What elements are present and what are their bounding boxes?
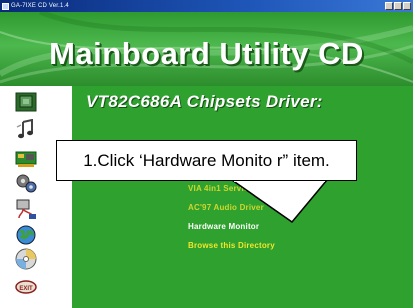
sidebar: EXIT bbox=[0, 86, 72, 308]
music-note-icon[interactable] bbox=[15, 118, 37, 139]
pci-card-icon[interactable] bbox=[15, 148, 37, 168]
instruction-callout: 1.Click ‘Hardware Monito r” item. bbox=[56, 140, 357, 181]
exit-icon-label: EXIT bbox=[19, 286, 33, 292]
section-heading: VT82C686A Chipsets Driver: bbox=[86, 92, 323, 111]
window-title: GA-7IXE CD Ver.1.4 bbox=[11, 3, 69, 9]
exit-icon[interactable]: EXIT bbox=[15, 280, 37, 294]
globe-icon[interactable] bbox=[15, 224, 37, 245]
window-controls bbox=[385, 2, 411, 10]
minimize-button[interactable] bbox=[385, 2, 393, 10]
menu-item-hardware-monitor[interactable]: Hardware Monitor bbox=[188, 222, 259, 231]
menu-item-via-service-pack[interactable]: VIA 4in1 Service Pack Driver bbox=[188, 184, 302, 193]
gears-icon[interactable] bbox=[15, 172, 37, 193]
cd-icon[interactable] bbox=[15, 248, 37, 270]
driver-panel: VT82C686A Chipsets Driver: VIA 4in1 Serv… bbox=[72, 86, 413, 308]
network-cable-icon[interactable] bbox=[15, 198, 37, 219]
menu-item-audio-driver[interactable]: AC'97 Audio Driver bbox=[188, 203, 264, 212]
menu-item-browse-directory[interactable]: Browse this Directory bbox=[188, 241, 275, 250]
title-bar[interactable]: GA-7IXE CD Ver.1.4 bbox=[0, 0, 413, 12]
chipset-icon[interactable] bbox=[15, 92, 37, 112]
close-button[interactable] bbox=[403, 2, 411, 10]
app-icon bbox=[2, 2, 9, 10]
app-title: Mainboard Utility CD bbox=[49, 36, 364, 71]
maximize-button[interactable] bbox=[394, 2, 402, 10]
app-window: GA-7IXE CD Ver.1.4 Mainboard Utility CD bbox=[0, 0, 413, 308]
header-banner: Mainboard Utility CD bbox=[0, 12, 413, 86]
